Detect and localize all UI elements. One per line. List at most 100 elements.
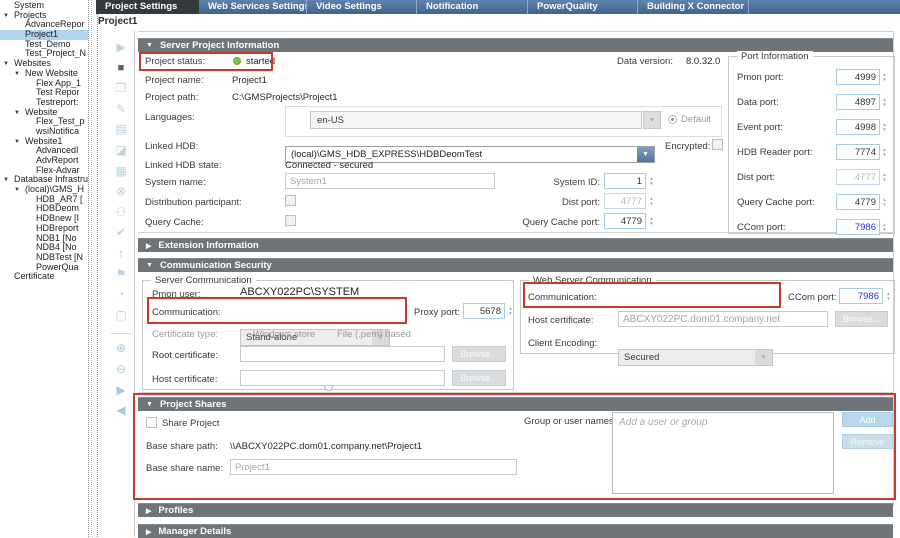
- tree-expander-icon[interactable]: [14, 30, 25, 40]
- root-certificate-browse-button[interactable]: Browse...: [452, 346, 506, 362]
- tree-expander-icon[interactable]: [25, 98, 36, 108]
- tree-expander-icon[interactable]: [25, 88, 36, 98]
- tree-expander-icon[interactable]: ▼: [3, 59, 14, 69]
- tree-item[interactable]: ▼ New Website: [0, 69, 88, 79]
- tree-item[interactable]: Flex App_1: [0, 79, 88, 89]
- host-certificate-input[interactable]: [240, 370, 445, 386]
- system-name-input[interactable]: [285, 173, 495, 189]
- query-cache-port-spinner[interactable]: ▲▼: [647, 213, 656, 229]
- port-field-input[interactable]: [836, 169, 880, 185]
- root-certificate-input[interactable]: [240, 346, 445, 362]
- tree-expander-icon[interactable]: ▼: [14, 137, 25, 147]
- tree-item[interactable]: AdvanceRepor: [0, 20, 88, 30]
- toolbar-icon[interactable]: ↑: [106, 244, 136, 265]
- tree-item[interactable]: NDB4 [No: [0, 243, 88, 253]
- tree-expander-icon[interactable]: [25, 195, 36, 205]
- toolbar-icon[interactable]: ■: [106, 59, 136, 80]
- tree-expander-icon[interactable]: [25, 253, 36, 263]
- port-field-input[interactable]: [836, 69, 880, 85]
- tree-item[interactable]: Test_Demo: [0, 40, 88, 50]
- tree-expander-icon[interactable]: [25, 243, 36, 253]
- settings-tab[interactable]: Notification: [417, 0, 528, 14]
- settings-tab[interactable]: Video Settings: [307, 0, 417, 14]
- tree-expander-icon[interactable]: [14, 49, 25, 59]
- tree-expander-icon[interactable]: [14, 20, 25, 30]
- toolbar-icon[interactable]: ⊖: [106, 360, 136, 381]
- settings-tab[interactable]: Web Services Settings: [199, 0, 307, 14]
- port-field-spinner[interactable]: ▲▼: [880, 94, 889, 110]
- panel-splitter[interactable]: [88, 0, 98, 537]
- tree-expander-icon[interactable]: [3, 272, 14, 282]
- toolbar-icon[interactable]: ⊕: [106, 339, 136, 360]
- settings-tab[interactable]: Building X Connector: [638, 0, 749, 14]
- dist-port-input[interactable]: [604, 193, 646, 209]
- query-cache-port-input[interactable]: [604, 213, 646, 229]
- toolbar-icon[interactable]: ⊗: [106, 182, 136, 203]
- tree-item[interactable]: ▼ Website: [0, 108, 88, 118]
- distribution-participant-checkbox[interactable]: [285, 195, 296, 206]
- section-header-server-project-information[interactable]: ▼ Server Project Information: [138, 38, 893, 52]
- toolbar-icon[interactable]: ✎: [106, 100, 136, 121]
- toolbar-icon[interactable]: [111, 326, 131, 334]
- toolbar-icon[interactable]: ▢: [106, 306, 136, 327]
- toolbar-icon[interactable]: ▦: [106, 162, 136, 183]
- encrypted-checkbox[interactable]: [712, 139, 723, 150]
- tree-item[interactable]: Flex-Advar: [0, 166, 88, 176]
- settings-tab[interactable]: PowerQuality: [528, 0, 638, 14]
- port-field-spinner[interactable]: ▲▼: [880, 69, 889, 85]
- tree-item[interactable]: Flex_Test_p: [0, 117, 88, 127]
- port-field-input[interactable]: [836, 144, 880, 160]
- toolbar-icon[interactable]: ⚇: [106, 203, 136, 224]
- tree-expander-icon[interactable]: [25, 79, 36, 89]
- tree-item[interactable]: AdvReport: [0, 156, 88, 166]
- tree-item[interactable]: Test Repor: [0, 88, 88, 98]
- toolbar-icon[interactable]: ◔: [106, 285, 136, 306]
- tree-expander-icon[interactable]: [25, 204, 36, 214]
- port-field-input[interactable]: [836, 194, 880, 210]
- system-id-spinner[interactable]: ▲▼: [647, 173, 656, 189]
- tree-item[interactable]: AdvancedI: [0, 146, 88, 156]
- port-field-spinner[interactable]: ▲▼: [880, 119, 889, 135]
- port-field-input[interactable]: [836, 219, 880, 235]
- tree-expander-icon[interactable]: [25, 224, 36, 234]
- tree-expander-icon[interactable]: ▼: [14, 185, 25, 195]
- tree-expander-icon[interactable]: [14, 40, 25, 50]
- tree-item[interactable]: Certificate: [0, 272, 88, 282]
- tree-item[interactable]: wsiNotifica: [0, 127, 88, 137]
- port-field-input[interactable]: [836, 94, 880, 110]
- tree-item[interactable]: Test_Project_N: [0, 49, 88, 59]
- tree-item[interactable]: ▼ Projects: [0, 11, 88, 21]
- tree-expander-icon[interactable]: [25, 127, 36, 137]
- port-field-spinner[interactable]: ▲▼: [880, 144, 889, 160]
- toolbar-icon[interactable]: ▶: [106, 38, 136, 59]
- toolbar-icon[interactable]: ⚑: [106, 265, 136, 286]
- dist-port-spinner[interactable]: ▲▼: [647, 193, 656, 209]
- port-field-input[interactable]: [836, 119, 880, 135]
- tree-item[interactable]: NDBTest [N: [0, 253, 88, 263]
- toolbar-icon[interactable]: ▶: [106, 381, 136, 402]
- tree-expander-icon[interactable]: [25, 214, 36, 224]
- toolbar-icon[interactable]: ❐: [106, 79, 136, 100]
- section-header-communication-security[interactable]: ▼ Communication Security: [138, 258, 893, 272]
- toolbar-icon[interactable]: ✔: [106, 223, 136, 244]
- tree-expander-icon[interactable]: [25, 234, 36, 244]
- language-item[interactable]: en-US: [310, 111, 642, 129]
- section-header-manager-details[interactable]: ▶ Manager Details: [138, 524, 893, 538]
- tree-expander-icon[interactable]: [25, 263, 36, 273]
- system-id-input[interactable]: [604, 173, 646, 189]
- tree-expander-icon[interactable]: [25, 166, 36, 176]
- tree-item[interactable]: Testreport:: [0, 98, 88, 108]
- languages-dropdown-icon[interactable]: ▼: [643, 111, 661, 129]
- section-header-extension-information[interactable]: ▶ Extension Information: [138, 238, 893, 252]
- chevron-down-icon[interactable]: ▼: [637, 147, 654, 162]
- tree-expander-icon[interactable]: ▼: [3, 11, 14, 21]
- toolbar-icon[interactable]: ◪: [106, 141, 136, 162]
- tree-item[interactable]: System: [0, 1, 88, 11]
- web-host-certificate-input[interactable]: [618, 311, 828, 327]
- toolbar-icon[interactable]: ▤: [106, 120, 136, 141]
- toolbar-icon[interactable]: ◀: [106, 401, 136, 422]
- host-certificate-browse-button[interactable]: Browse...: [452, 370, 506, 386]
- proxy-port-spinner[interactable]: ▲▼: [506, 303, 515, 319]
- ccom-port-spinner[interactable]: ▲▼: [884, 288, 893, 304]
- port-field-spinner[interactable]: ▲▼: [880, 169, 889, 185]
